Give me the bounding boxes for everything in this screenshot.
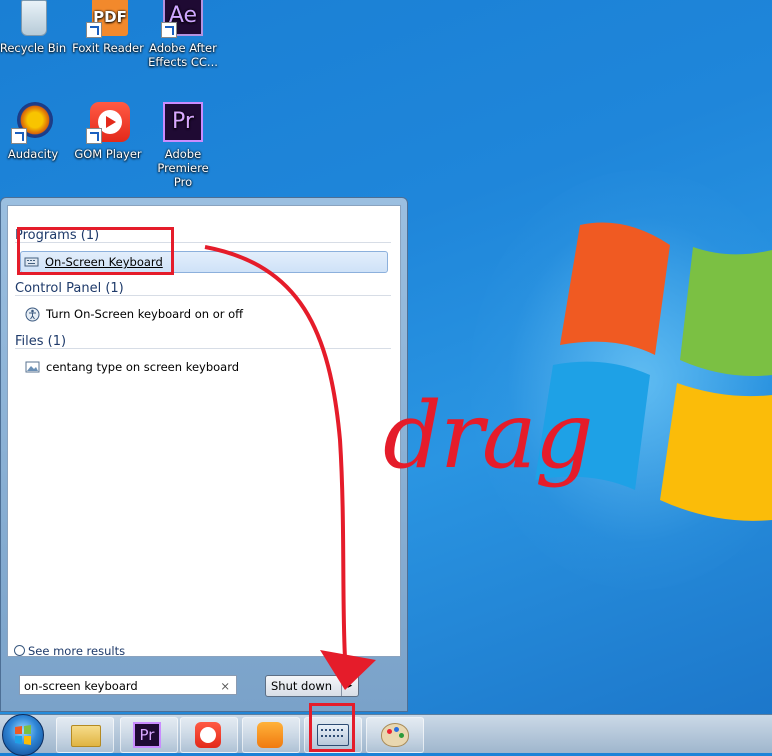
taskbar-item-premiere-pro[interactable]: Pr	[120, 717, 178, 753]
taskbar-item-gom-player[interactable]	[180, 717, 238, 753]
folder-icon	[71, 725, 101, 747]
taskbar-item-windows-explorer[interactable]	[56, 717, 114, 753]
taskbar: Pr	[0, 714, 772, 753]
annotation-arrow-icon	[204, 245, 376, 690]
annotation-text-drag: drag	[383, 382, 594, 489]
taskbar-item-paint[interactable]	[366, 717, 424, 753]
premiere-pro-icon: Pr	[133, 722, 161, 748]
uc-browser-icon	[257, 722, 283, 748]
annotation-box-taskbar-keyboard	[309, 703, 355, 752]
windows-flag-icon	[15, 725, 31, 745]
taskbar-item-uc-browser[interactable]	[242, 717, 300, 753]
desktop: Recycle Bin PDF Foxit Reader Ae Adobe Af…	[0, 0, 772, 714]
paint-palette-icon	[381, 723, 409, 747]
gom-player-icon	[195, 722, 221, 748]
start-button[interactable]	[2, 714, 44, 756]
